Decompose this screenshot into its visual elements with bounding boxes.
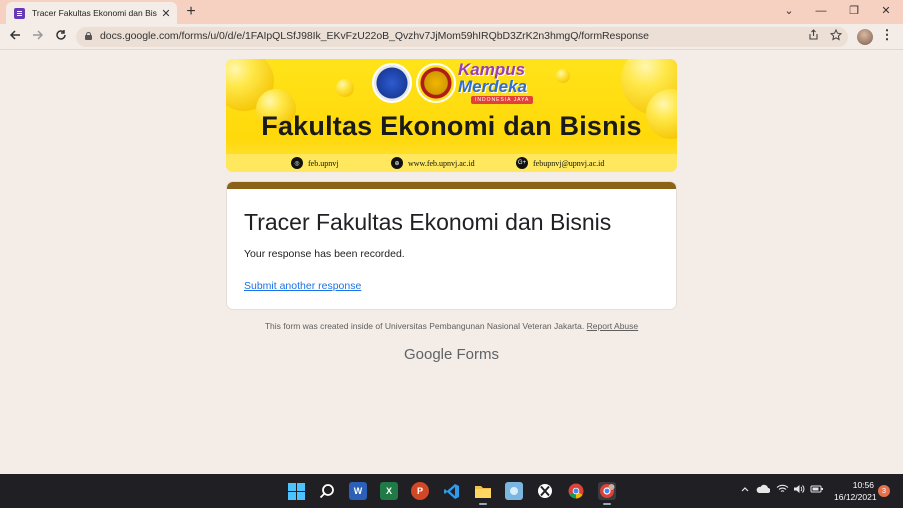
tab-title: Tracer Fakultas Ekonomi dan Bisnis [32, 8, 157, 18]
social-instagram: ◎ feb.upnvj [291, 157, 338, 169]
xbox-icon[interactable] [536, 482, 554, 500]
social-website-text: www.feb.upnvj.ac.id [408, 158, 475, 168]
reload-icon [56, 30, 66, 40]
google-wordmark: Google [403, 346, 453, 363]
browser-tab-strip: Tracer Fakultas Ekonomi dan Bisnis ✕ + ⌄… [0, 0, 903, 24]
google-forms-favicon-icon [14, 7, 25, 19]
share-icon[interactable] [808, 29, 819, 43]
kampus-merdeka-logo-line1: Kampus [458, 60, 526, 79]
close-window-button[interactable]: ✕ [871, 2, 901, 20]
forward-arrow-icon [33, 30, 44, 40]
created-inside-text: This form was created inside of Universi… [264, 321, 585, 331]
tab-search-dropdown-icon[interactable]: ⌄ [774, 2, 804, 20]
clock-time: 10:56 [852, 480, 874, 490]
search-icon[interactable] [318, 482, 336, 500]
notification-badge[interactable]: 3 [878, 485, 890, 497]
word-icon[interactable]: W [349, 482, 367, 500]
back-arrow-icon [9, 30, 20, 40]
form-title: Tracer Fakultas Ekonomi dan Bisnis [244, 209, 612, 235]
social-website: ⊕ www.feb.upnvj.ac.id [391, 157, 475, 169]
social-instagram-text: feb.upnvj [308, 158, 339, 168]
kampus-merdeka-tagline: INDONESIA JAYA [471, 96, 534, 104]
lock-icon [85, 32, 92, 40]
back-button[interactable] [6, 28, 24, 46]
card-accent-stripe [227, 182, 676, 189]
decorative-bubble [556, 69, 570, 83]
taskbar-clock[interactable]: 10:56 16/12/2021 [834, 479, 877, 503]
photos-icon[interactable] [505, 482, 523, 500]
volume-icon[interactable] [793, 484, 805, 497]
google-plus-icon: G+ [516, 157, 528, 169]
report-abuse-link[interactable]: Report Abuse [587, 321, 639, 331]
upnvj-logo [416, 63, 456, 103]
excel-icon[interactable]: X [380, 482, 398, 500]
windows-taskbar: W X P 10:56 16/12/2021 3 [0, 474, 903, 508]
forms-wordmark: Forms [456, 346, 500, 363]
profile-avatar[interactable] [857, 29, 873, 45]
powerpoint-icon[interactable]: P [411, 482, 429, 500]
chrome-icon[interactable] [567, 482, 585, 500]
decorative-bubble [336, 79, 354, 97]
tab-tracer-form[interactable]: Tracer Fakultas Ekonomi dan Bisnis ✕ [6, 2, 177, 24]
banner-heading: Fakultas Ekonomi dan Bisnis [261, 111, 642, 141]
instagram-icon: ◎ [291, 157, 303, 169]
social-email-text: febupnvj@upnvj.ac.id [533, 158, 605, 168]
windows-start-icon[interactable] [287, 482, 305, 500]
chrome-profile-icon[interactable] [598, 482, 616, 505]
form-header-banner: Kampus Merdeka INDONESIA JAYA Fakultas E… [226, 59, 677, 172]
browser-toolbar: docs.google.com/forms/u/0/d/e/1FAIpQLSfJ… [0, 24, 903, 50]
reload-button[interactable] [52, 28, 70, 46]
file-explorer-icon[interactable] [474, 482, 492, 505]
browser-menu-icon[interactable]: ⋮ [880, 27, 894, 43]
url-text: docs.google.com/forms/u/0/d/e/1FAIpQLSfJ… [100, 30, 649, 42]
address-bar[interactable]: docs.google.com/forms/u/0/d/e/1FAIpQLSfJ… [76, 27, 848, 47]
kampus-merdeka-logo-line2: Merdeka [458, 77, 527, 96]
clock-date: 16/12/2021 [834, 492, 877, 502]
form-footer-note: This form was created inside of Universi… [226, 321, 677, 331]
wifi-icon[interactable] [776, 484, 789, 497]
web-icon: ⊕ [391, 157, 403, 169]
social-email: G+ febupnvj@upnvj.ac.id [516, 157, 604, 169]
minimize-button[interactable]: — [806, 2, 836, 20]
vscode-icon[interactable] [442, 482, 460, 500]
new-tab-button[interactable]: + [183, 3, 199, 21]
battery-icon[interactable] [810, 484, 824, 497]
banner-social-bar: ◎ feb.upnvj ⊕ www.feb.upnvj.ac.id G+ feb… [226, 154, 677, 172]
confirmation-message: Your response has been recorded. [244, 248, 405, 260]
bookmark-star-icon[interactable] [829, 28, 843, 44]
response-card: Tracer Fakultas Ekonomi dan Bisnis Your … [226, 181, 677, 310]
google-forms-logo[interactable]: Google Forms [226, 346, 677, 363]
forward-button[interactable] [29, 28, 47, 46]
restore-button[interactable]: ❐ [839, 2, 869, 20]
tut-wuri-handayani-logo [372, 63, 412, 103]
tab-close-icon[interactable]: ✕ [161, 7, 171, 20]
tray-overflow-chevron-icon[interactable] [740, 484, 750, 497]
submit-another-response-link[interactable]: Submit another response [244, 280, 361, 292]
onedrive-cloud-icon[interactable] [756, 484, 771, 497]
